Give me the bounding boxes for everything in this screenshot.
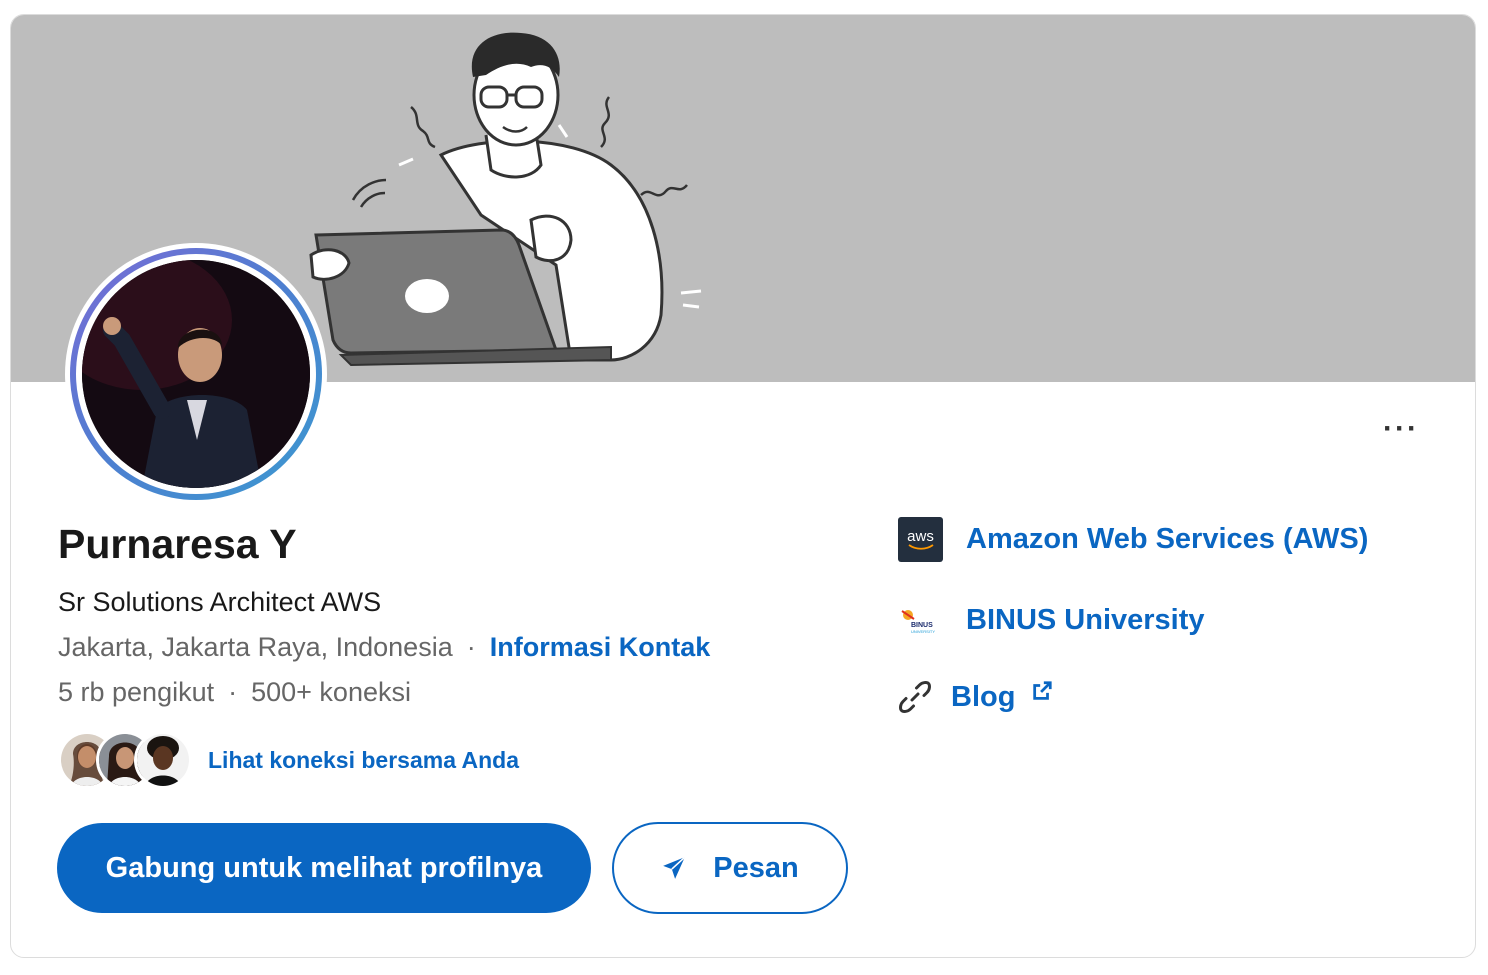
external-link-icon bbox=[1031, 680, 1053, 702]
mutual-connections[interactable]: Lihat koneksi bersama Anda bbox=[58, 731, 519, 789]
connections-count: 500+ koneksi bbox=[251, 677, 411, 707]
profile-avatar[interactable] bbox=[65, 243, 327, 505]
location-row: Jakarta, Jakarta Raya, Indonesia · Infor… bbox=[58, 632, 710, 663]
school-name: BINUS University bbox=[966, 604, 1205, 636]
avatar-photo bbox=[82, 260, 310, 488]
profile-card: ··· Purnaresa Y Sr Solutions Architect A… bbox=[10, 14, 1476, 958]
send-icon bbox=[661, 855, 687, 881]
profile-headline: Sr Solutions Architect AWS bbox=[58, 587, 382, 617]
more-options-button[interactable]: ··· bbox=[1373, 411, 1429, 447]
stats-row: 5 rb pengikut · 500+ koneksi bbox=[58, 677, 411, 708]
website-link[interactable]: Blog bbox=[895, 677, 1053, 717]
avatar-ring-gradient bbox=[70, 248, 322, 500]
contact-info-link[interactable]: Informasi Kontak bbox=[490, 632, 711, 663]
message-label: Pesan bbox=[713, 851, 799, 884]
message-button[interactable]: Pesan bbox=[612, 822, 848, 914]
svg-text:BINUS: BINUS bbox=[911, 622, 933, 629]
current-company[interactable]: aws Amazon Web Services (AWS) bbox=[898, 517, 1368, 562]
separator-dot: · bbox=[466, 632, 476, 662]
followers-count: 5 rb pengikut bbox=[58, 677, 215, 707]
mutual-avatar bbox=[134, 731, 192, 789]
profile-name: Purnaresa Y bbox=[58, 521, 297, 567]
separator-dot: · bbox=[228, 677, 238, 707]
svg-text:UNIVERSITY: UNIVERSITY bbox=[911, 629, 935, 634]
education[interactable]: BINUS UNIVERSITY BINUS University bbox=[898, 604, 1205, 637]
website-name: Blog bbox=[951, 680, 1016, 713]
avatar-ring-inner bbox=[76, 254, 316, 494]
link-icon bbox=[895, 677, 935, 717]
mutual-connections-link[interactable]: Lihat koneksi bersama Anda bbox=[208, 747, 519, 774]
aws-logo-icon: aws bbox=[898, 517, 943, 562]
join-to-view-profile-button[interactable]: Gabung untuk melihat profilnya bbox=[57, 823, 591, 913]
company-name: Amazon Web Services (AWS) bbox=[966, 523, 1369, 555]
profile-location: Jakarta, Jakarta Raya, Indonesia bbox=[58, 632, 453, 662]
binus-logo-icon: BINUS UNIVERSITY bbox=[898, 605, 943, 637]
mutual-avatars bbox=[58, 731, 194, 789]
